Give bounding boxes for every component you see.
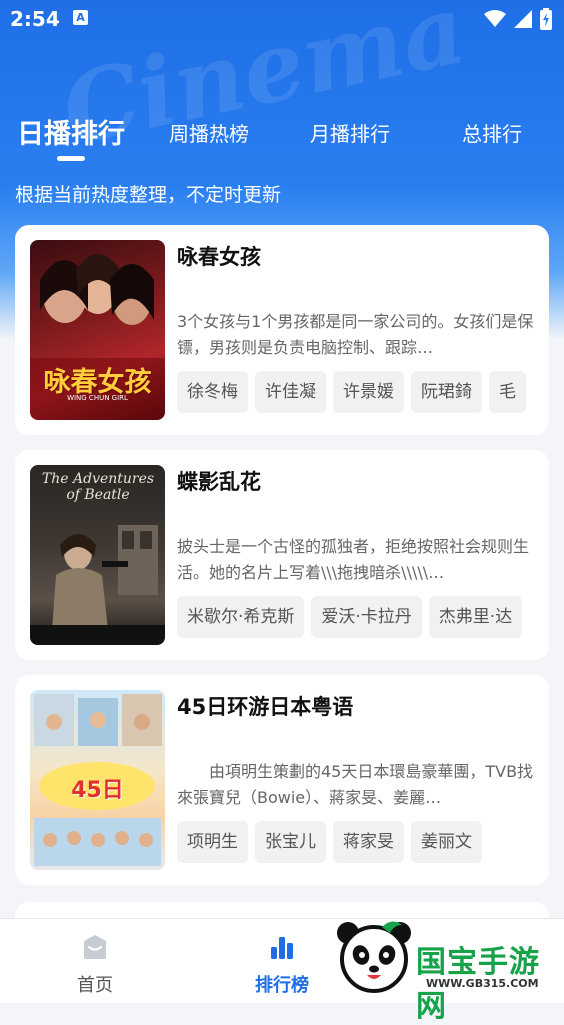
- poster-title-text: 45日: [71, 778, 124, 803]
- poster-english-title: WING CHUN GIRL: [67, 394, 128, 402]
- active-tab-indicator: [57, 156, 85, 161]
- show-description: 3个女孩与1个男孩都是同一家公司的。女孩们是保镖，男孩则是负责电脑控制、跟踪…: [177, 312, 534, 357]
- show-card[interactable]: The Adventures of Beatle 蝶影乱花 披头士是一个古怪的孤…: [15, 450, 549, 660]
- status-bar: 2:54 A: [0, 0, 564, 40]
- show-title[interactable]: 45日环游日本粤语: [177, 691, 353, 721]
- nav-home-label: 首页: [77, 975, 113, 996]
- cast-tag[interactable]: 阮珺錡: [411, 371, 482, 413]
- panda-logo-icon: [337, 921, 411, 993]
- nav-ranking-label: 排行榜: [255, 975, 309, 996]
- nav-home[interactable]: 首页: [35, 919, 155, 1003]
- show-poster[interactable]: 咏春女孩 WING CHUN GIRL: [30, 240, 165, 420]
- site-watermark-logo: 国宝手游网 WWW.GB315.COM: [330, 905, 564, 1024]
- cast-tag[interactable]: 项明生: [177, 821, 248, 863]
- show-poster[interactable]: 45日: [30, 690, 165, 870]
- status-time: 2:54: [10, 7, 60, 31]
- show-card[interactable]: 咏春女孩 WING CHUN GIRL 咏春女孩 3个女孩与1个男孩都是同一家公…: [15, 225, 549, 435]
- signal-icon: [514, 10, 532, 28]
- cast-tag[interactable]: 张宝儿: [255, 821, 326, 863]
- show-description: 由項明生策劃的45天日本環島豪華團，TVB找來張寶兒（Bowie）、蔣家旻、姜麗…: [177, 762, 534, 807]
- cast-tag[interactable]: 徐冬梅: [177, 371, 248, 413]
- ranking-tabs: 日播排行 周播热榜 月播排行 总排行: [0, 110, 564, 170]
- cast-tag[interactable]: 爱沃·卡拉丹: [311, 596, 422, 638]
- ranking-subtitle: 根据当前热度整理，不定时更新: [15, 184, 282, 206]
- nav-ranking[interactable]: 排行榜: [222, 919, 342, 1003]
- tab-weekly[interactable]: 周播热榜: [169, 118, 249, 147]
- show-card[interactable]: 45日 45日环游日本粤语 由項明生策劃的45天日本環島豪華團，TVB找來張寶兒…: [15, 675, 549, 885]
- battery-icon: [540, 8, 552, 30]
- cast-tag[interactable]: 许景媛: [333, 371, 404, 413]
- cast-tag[interactable]: 米歇尔·希克斯: [177, 596, 305, 638]
- show-description: 披头士是一个古怪的孤独者，拒绝按照社会规则生活。她的名片上写着\\\拖拽暗杀\\…: [177, 537, 530, 582]
- tab-daily[interactable]: 日播排行: [17, 112, 125, 151]
- cast-tag[interactable]: 毛: [489, 371, 526, 413]
- site-logo-url: WWW.GB315.COM: [426, 977, 539, 990]
- system-icons: [484, 8, 552, 30]
- home-icon: [84, 935, 106, 959]
- cast-tags: 米歇尔·希克斯 爱沃·卡拉丹 杰弗里·达: [177, 596, 535, 640]
- show-title[interactable]: 蝶影乱花: [177, 466, 261, 496]
- cast-tags: 徐冬梅 许佳凝 许景媛 阮珺錡毛: [177, 371, 535, 415]
- tab-total[interactable]: 总排行: [462, 118, 522, 147]
- cast-tag[interactable]: 蒋家旻: [333, 821, 404, 863]
- tab-monthly[interactable]: 月播排行: [310, 118, 390, 147]
- wifi-icon: [484, 10, 506, 27]
- poster-title-text: The Adventures of Beatle: [41, 471, 155, 503]
- notification-a-icon: A: [73, 10, 88, 25]
- cast-tag[interactable]: 杰弗里·达: [428, 596, 523, 638]
- cast-tag[interactable]: 许佳凝: [255, 371, 326, 413]
- ranking-chart-icon: [271, 937, 293, 959]
- show-title[interactable]: 咏春女孩: [177, 241, 261, 271]
- show-poster[interactable]: The Adventures of Beatle: [30, 465, 165, 645]
- cast-tag[interactable]: 姜丽文: [411, 821, 482, 863]
- cast-tags: 项明生 张宝儿 蒋家旻 姜丽文: [177, 821, 535, 865]
